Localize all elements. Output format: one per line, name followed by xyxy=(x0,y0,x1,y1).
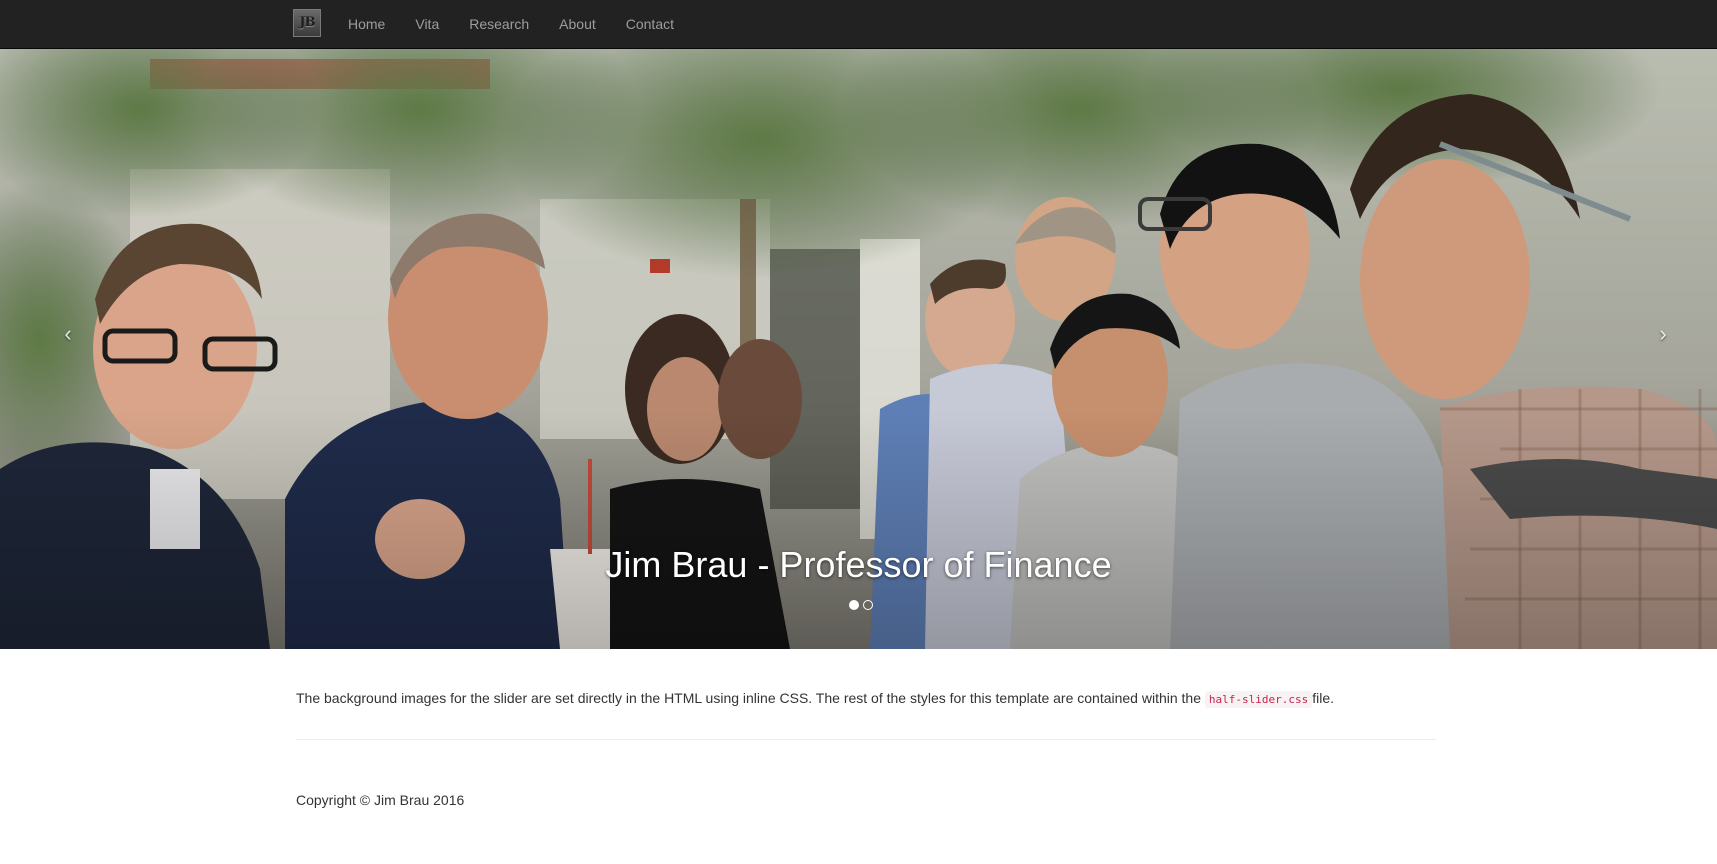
carousel-indicator-1[interactable] xyxy=(849,600,859,610)
intro-text-end: file. xyxy=(1312,690,1335,706)
nav-menu: Home Vita Research About Contact xyxy=(333,0,689,49)
carousel-indicators xyxy=(849,600,873,610)
nav-item-research[interactable]: Research xyxy=(454,0,544,48)
carousel-prev-control[interactable]: ‹ xyxy=(48,309,88,359)
footer: Copyright © Jim Brau 2016 xyxy=(296,790,464,810)
hero-carousel: ‹ › Jim Brau - Professor of Finance xyxy=(0,49,1717,649)
content-divider xyxy=(296,739,1436,740)
top-navbar: JB Home Vita Research About Contact xyxy=(0,0,1717,49)
copyright-text: Copyright © Jim Brau 2016 xyxy=(296,792,465,808)
carousel-indicator-2[interactable] xyxy=(863,600,873,610)
intro-paragraph: The background images for the slider are… xyxy=(296,688,1436,710)
nav-item-vita[interactable]: Vita xyxy=(400,0,454,48)
hero-caption: Jim Brau - Professor of Finance xyxy=(605,544,1112,585)
css-filename-code: half-slider.css xyxy=(1204,691,1313,708)
nav-item-contact[interactable]: Contact xyxy=(611,0,689,48)
intro-text: The background images for the slider are… xyxy=(296,690,1202,706)
carousel-next-control[interactable]: › xyxy=(1643,309,1683,359)
brand-logo[interactable]: JB xyxy=(293,9,321,37)
nav-item-home[interactable]: Home xyxy=(333,0,400,48)
nav-item-about[interactable]: About xyxy=(544,0,611,48)
